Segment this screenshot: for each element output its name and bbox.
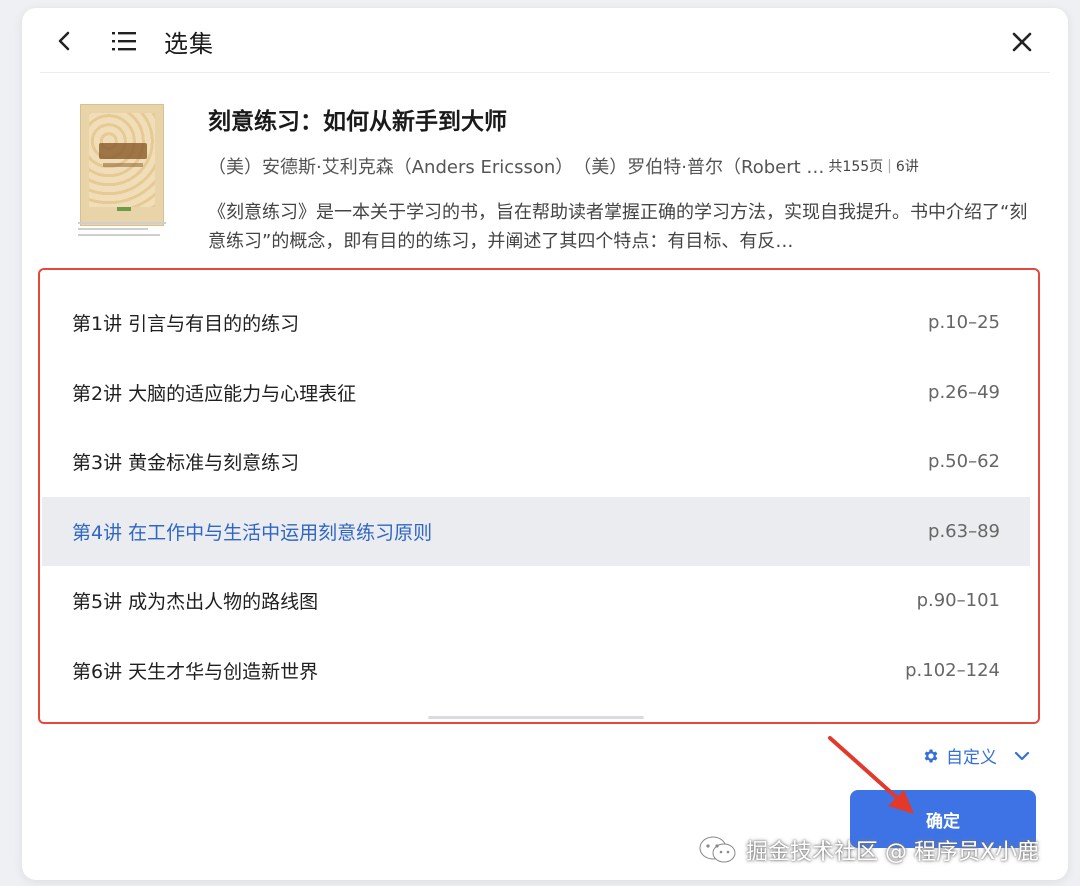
lecture-item[interactable]: 第3讲 黄金标准与刻意练习 p.50–62 xyxy=(42,427,1030,497)
list-button[interactable] xyxy=(110,28,138,54)
custom-button[interactable]: 自定义 xyxy=(922,743,1031,768)
lecture-title: 第6讲 天生才华与创造新世界 xyxy=(72,660,319,683)
book-meta: （美）安德斯·艾利克森（Anders Ericsson） （美）罗伯特·普尔（R… xyxy=(208,154,1038,178)
scrollbar[interactable] xyxy=(428,716,644,719)
lecture-pages: p.102–124 xyxy=(905,659,1000,681)
book-page-count: 共155页 xyxy=(828,159,884,175)
book-description: 《刻意练习》是一本关于学习的书，旨在帮助读者掌握正确的学习方法，实现自我提升。书… xyxy=(208,202,1028,252)
header-divider xyxy=(40,72,1050,73)
lecture-title: 第4讲 在工作中与生活中运用刻意练习原则 xyxy=(72,521,433,544)
watermark-text: 掘金技术社区 @ 程序员X小鹿 xyxy=(746,840,1040,865)
lecture-item[interactable]: 第5讲 成为杰出人物的路线图 p.90–101 xyxy=(42,566,1030,636)
book-title: 刻意练习：如何从新手到大师 xyxy=(208,109,507,135)
book-lecture-count: 6讲 xyxy=(895,159,919,175)
wechat-icon xyxy=(699,836,736,863)
lecture-title: 第2讲 大脑的适应能力与心理表征 xyxy=(72,382,357,405)
lecture-item[interactable]: 第1讲 引言与有目的的练习 p.10–25 xyxy=(42,288,1030,358)
chevron-down-icon xyxy=(1014,751,1030,760)
selection-panel: 选集 刻意练习：如何从新手到大师 （美）安德斯·艾利克森（Anders Eric… xyxy=(22,8,1068,880)
lecture-pages: p.10–25 xyxy=(928,312,1000,334)
close-icon xyxy=(1012,32,1032,52)
lecture-item[interactable]: 第6讲 天生才华与创造新世界 p.102–124 xyxy=(42,636,1030,706)
book-authors: （美）安德斯·艾利克森（Anders Ericsson） （美）罗伯特·普尔（R… xyxy=(208,157,825,178)
lecture-title: 第1讲 引言与有目的的练习 xyxy=(72,313,300,336)
lecture-title: 第3讲 黄金标准与刻意练习 xyxy=(72,452,300,475)
close-button[interactable] xyxy=(1008,28,1036,56)
header: 选集 xyxy=(22,8,1068,74)
back-button[interactable] xyxy=(52,28,76,54)
lecture-item[interactable]: 第4讲 在工作中与生活中运用刻意练习原则 p.63–89 xyxy=(42,496,1030,566)
meta-separator: | xyxy=(887,158,892,174)
lecture-item[interactable]: 第2讲 大脑的适应能力与心理表征 p.26–49 xyxy=(42,358,1030,428)
lecture-pages: p.50–62 xyxy=(928,451,1000,473)
lecture-list-container: 第1讲 引言与有目的的练习 p.10–25 第2讲 大脑的适应能力与心理表征 p.26… xyxy=(38,268,1040,724)
watermark: 掘金技术社区 @ 程序员X小鹿 xyxy=(698,834,1039,866)
lecture-pages: p.26–49 xyxy=(928,381,1000,403)
lecture-pages: p.63–89 xyxy=(928,520,1000,542)
lecture-list: 第1讲 引言与有目的的练习 p.10–25 第2讲 大脑的适应能力与心理表征 p.26… xyxy=(42,288,1030,705)
page-title: 选集 xyxy=(164,30,214,58)
lecture-pages: p.90–101 xyxy=(916,590,1000,612)
book-cover xyxy=(80,104,164,226)
back-arrow-icon xyxy=(58,31,70,51)
list-icon xyxy=(112,32,136,51)
red-arrow-annotation xyxy=(828,736,914,814)
lecture-title: 第5讲 成为杰出人物的路线图 xyxy=(72,591,319,614)
book-cover-caption xyxy=(78,222,170,240)
custom-label: 自定义 xyxy=(946,748,997,768)
